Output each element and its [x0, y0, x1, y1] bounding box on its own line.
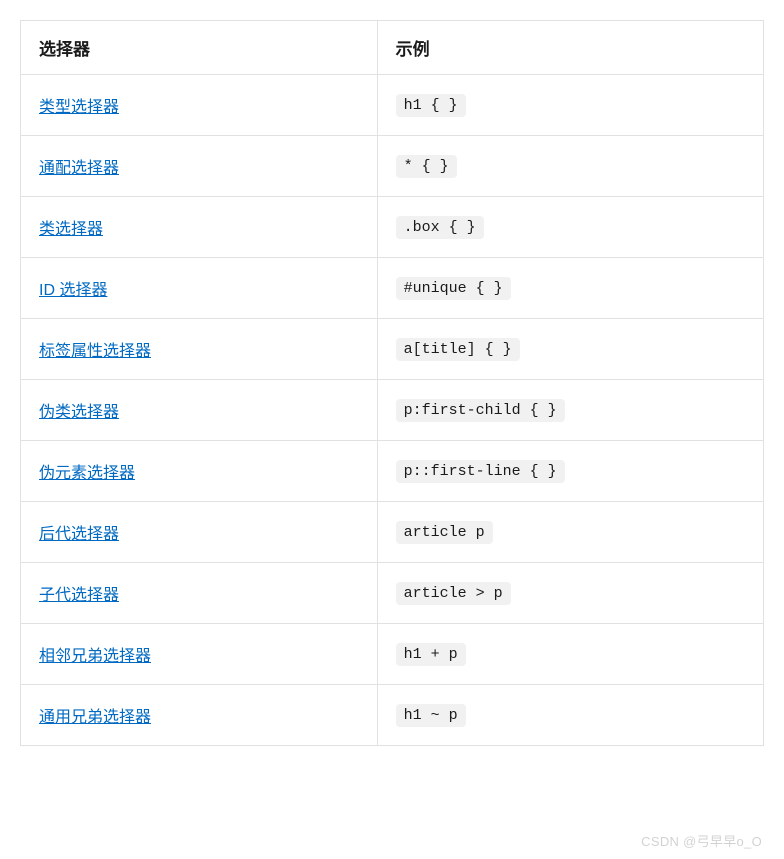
selector-cell: 后代选择器 [21, 502, 378, 563]
example-cell: article > p [377, 563, 763, 624]
example-code: h1 ~ p [396, 704, 466, 727]
table-row: ID 选择器 #unique { } [21, 258, 764, 319]
example-code: .box { } [396, 216, 484, 239]
example-cell: .box { } [377, 197, 763, 258]
example-cell: p::first-line { } [377, 441, 763, 502]
example-code: article p [396, 521, 493, 544]
selector-link-pseudo-class[interactable]: 伪类选择器 [39, 404, 119, 421]
table-row: 伪元素选择器 p::first-line { } [21, 441, 764, 502]
example-code: * { } [396, 155, 457, 178]
selector-cell: ID 选择器 [21, 258, 378, 319]
example-cell: #unique { } [377, 258, 763, 319]
table-row: 伪类选择器 p:first-child { } [21, 380, 764, 441]
selector-cell: 通用兄弟选择器 [21, 685, 378, 746]
header-selector: 选择器 [21, 21, 378, 75]
example-code: article > p [396, 582, 511, 605]
example-code: #unique { } [396, 277, 511, 300]
example-cell: p:first-child { } [377, 380, 763, 441]
example-cell: a[title] { } [377, 319, 763, 380]
selector-link-adjacent-sibling[interactable]: 相邻兄弟选择器 [39, 648, 151, 665]
selector-link-child[interactable]: 子代选择器 [39, 587, 119, 604]
table-row: 相邻兄弟选择器 h1 + p [21, 624, 764, 685]
selector-link-universal[interactable]: 通配选择器 [39, 160, 119, 177]
selector-reference-table: 选择器 示例 类型选择器 h1 { } 通配选择器 * { } 类选择器 .bo… [20, 20, 764, 746]
selector-cell: 通配选择器 [21, 136, 378, 197]
selector-cell: 相邻兄弟选择器 [21, 624, 378, 685]
example-cell: article p [377, 502, 763, 563]
example-code: p::first-line { } [396, 460, 565, 483]
selector-link-class[interactable]: 类选择器 [39, 221, 103, 238]
selector-link-id[interactable]: ID 选择器 [39, 282, 107, 299]
example-code: h1 + p [396, 643, 466, 666]
example-cell: h1 { } [377, 75, 763, 136]
selector-cell: 伪元素选择器 [21, 441, 378, 502]
table-row: 子代选择器 article > p [21, 563, 764, 624]
example-code: p:first-child { } [396, 399, 565, 422]
example-code: h1 { } [396, 94, 466, 117]
selector-cell: 子代选择器 [21, 563, 378, 624]
selector-cell: 类型选择器 [21, 75, 378, 136]
table-header-row: 选择器 示例 [21, 21, 764, 75]
selector-link-general-sibling[interactable]: 通用兄弟选择器 [39, 709, 151, 726]
watermark-text: CSDN @弓早早o_O [641, 831, 762, 850]
example-code: a[title] { } [396, 338, 520, 361]
example-cell: * { } [377, 136, 763, 197]
selector-link-type[interactable]: 类型选择器 [39, 99, 119, 116]
selector-cell: 标签属性选择器 [21, 319, 378, 380]
selector-link-descendant[interactable]: 后代选择器 [39, 526, 119, 543]
table-row: 类选择器 .box { } [21, 197, 764, 258]
selector-cell: 伪类选择器 [21, 380, 378, 441]
example-cell: h1 ~ p [377, 685, 763, 746]
selector-cell: 类选择器 [21, 197, 378, 258]
example-cell: h1 + p [377, 624, 763, 685]
table-row: 通配选择器 * { } [21, 136, 764, 197]
table-row: 后代选择器 article p [21, 502, 764, 563]
table-row: 通用兄弟选择器 h1 ~ p [21, 685, 764, 746]
header-example: 示例 [377, 21, 763, 75]
table-row: 标签属性选择器 a[title] { } [21, 319, 764, 380]
table-row: 类型选择器 h1 { } [21, 75, 764, 136]
selector-link-attribute[interactable]: 标签属性选择器 [39, 343, 151, 360]
selector-link-pseudo-element[interactable]: 伪元素选择器 [39, 465, 135, 482]
